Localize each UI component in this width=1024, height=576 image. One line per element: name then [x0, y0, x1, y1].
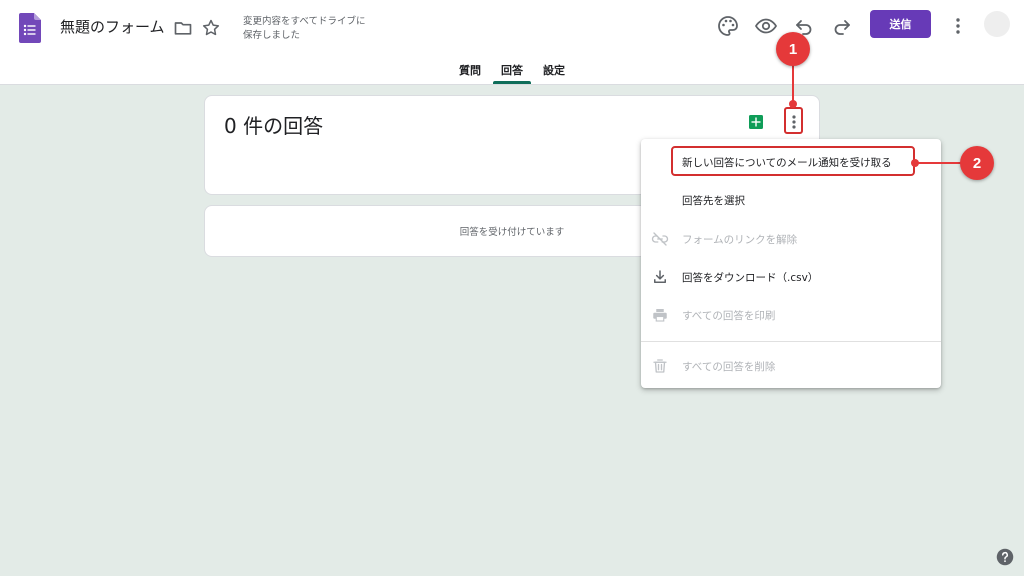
menu-item-delete-all: すべての回答を削除 [641, 348, 941, 384]
tab-responses[interactable]: 回答 [501, 62, 523, 78]
save-status-line1: 変更内容をすべてドライブに [243, 16, 366, 27]
menu-item-select-destination[interactable]: 回答先を選択 [641, 182, 941, 218]
folder-icon[interactable] [173, 18, 193, 38]
menu-item-unlink-form: フォームのリンクを解除 [641, 221, 941, 257]
save-status-line2: 保存しました [243, 30, 301, 41]
print-icon [653, 309, 667, 322]
google-sheets-icon[interactable] [749, 115, 763, 129]
palette-icon[interactable] [716, 14, 740, 38]
annotation-connector-2 [915, 162, 963, 164]
menu-item-download-csv[interactable]: 回答をダウンロード（.csv） [641, 259, 941, 295]
annotation-dot-2 [911, 159, 919, 167]
header: 無題のフォーム 変更内容をすべてドライブに 保存しました 送信 質問 回答 設定 [0, 0, 1024, 85]
download-icon [654, 270, 666, 283]
form-title[interactable]: 無題のフォーム [60, 16, 165, 38]
annotation-dot-1 [789, 100, 797, 108]
responses-options-menu: 新しい回答についてのメール通知を受け取る 回答先を選択 フォームのリンクを解除 … [641, 139, 941, 388]
menu-item-label: すべての回答を印刷 [682, 310, 776, 322]
preview-eye-icon[interactable] [754, 14, 778, 38]
menu-divider [641, 341, 941, 342]
redo-icon[interactable] [830, 14, 854, 38]
more-vert-icon[interactable] [946, 14, 970, 38]
annotation-step-1: 1 [776, 32, 810, 66]
annotation-highlight-menu-item [671, 146, 915, 176]
star-icon[interactable] [201, 18, 221, 38]
menu-item-label: 回答先を選択 [682, 195, 745, 207]
menu-item-label: 回答をダウンロード（.csv） [682, 272, 819, 284]
tab-questions[interactable]: 質問 [459, 62, 481, 78]
avatar[interactable] [984, 11, 1010, 37]
google-forms-logo-icon[interactable] [19, 13, 41, 43]
send-button[interactable]: 送信 [870, 10, 931, 38]
save-status: 変更内容をすべてドライブに 保存しました [243, 15, 365, 43]
trash-icon [653, 359, 667, 373]
help-icon[interactable] [996, 548, 1014, 566]
active-tab-indicator [493, 81, 531, 84]
unlink-icon [651, 232, 669, 246]
menu-item-print-all: すべての回答を印刷 [641, 297, 941, 333]
menu-item-label: フォームのリンクを解除 [682, 234, 798, 246]
annotation-step-2: 2 [960, 146, 994, 180]
responses-count: 0 件の回答 [224, 114, 324, 138]
menu-item-label: すべての回答を削除 [682, 361, 776, 373]
annotation-highlight-more-button [784, 107, 803, 134]
tab-settings[interactable]: 設定 [543, 62, 565, 78]
annotation-connector-1 [792, 64, 794, 102]
